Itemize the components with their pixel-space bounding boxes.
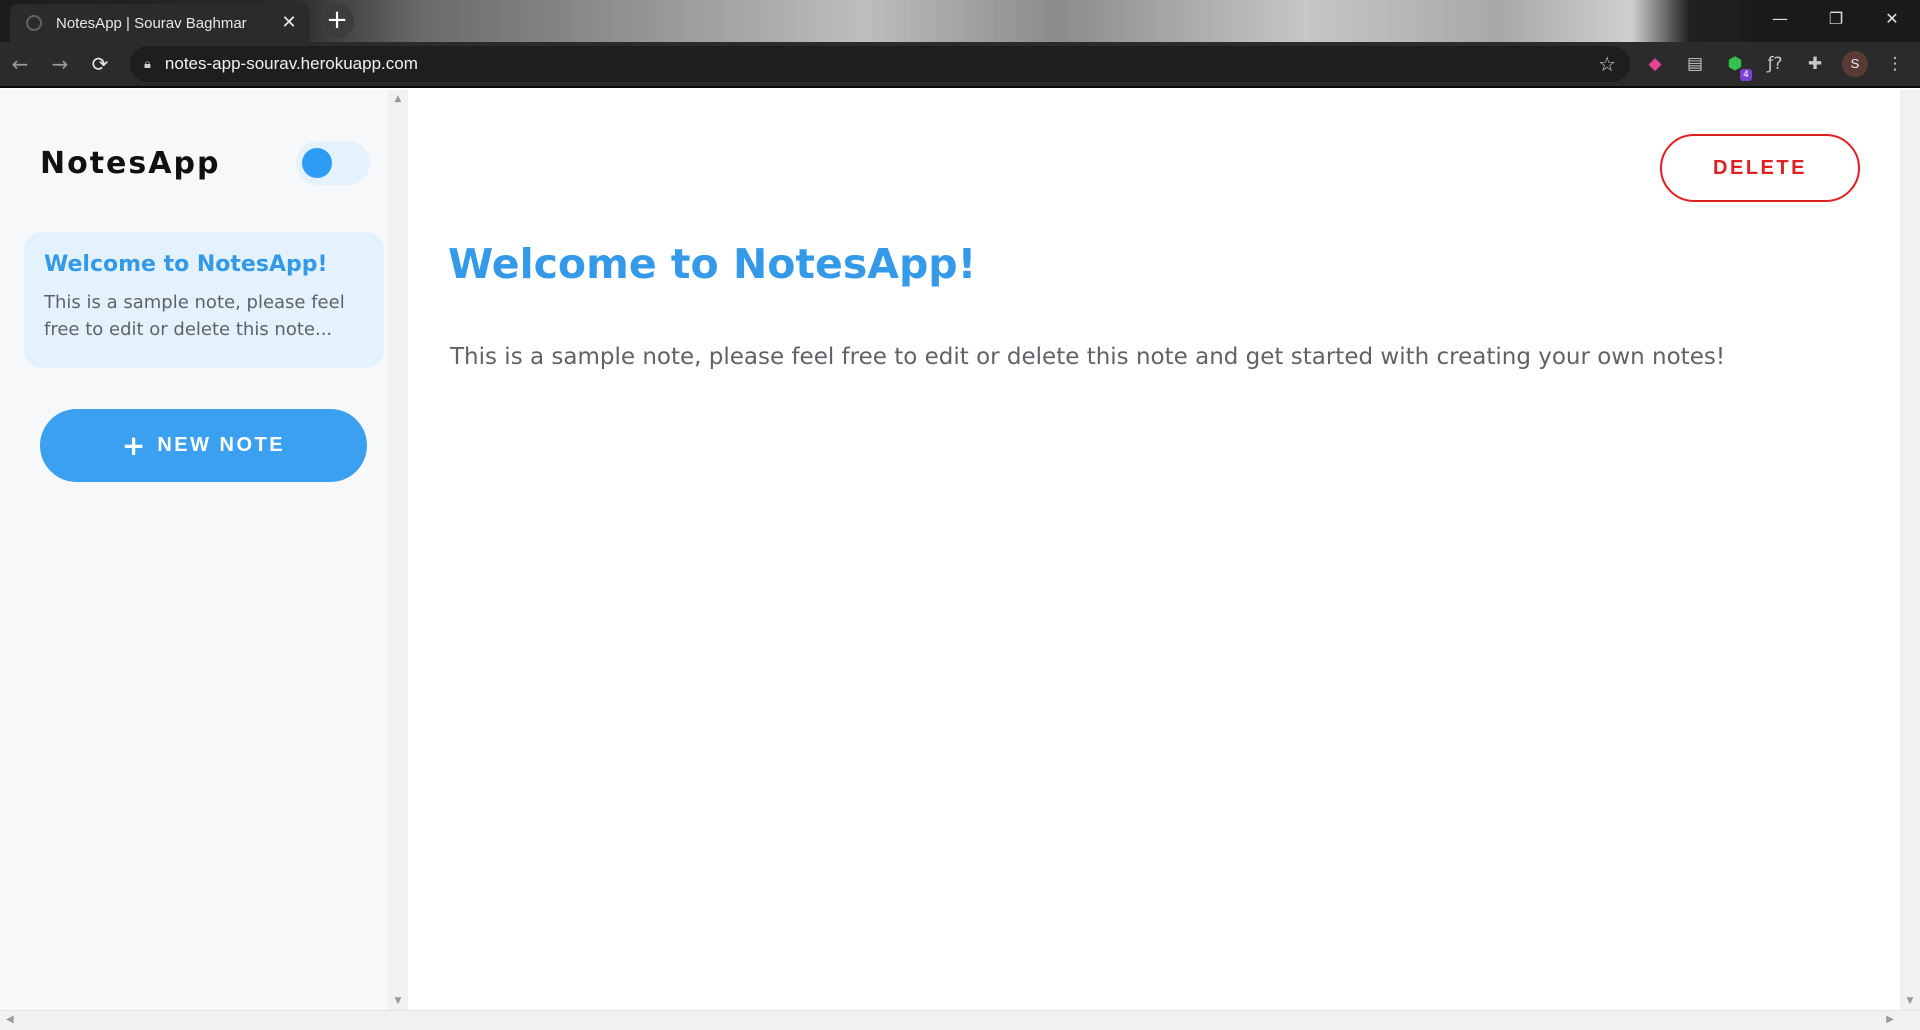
url-text[interactable]: notes-app-sourav.herokuapp.com	[165, 54, 1598, 74]
browser-toolbar: ← → ⟳ 🔒︎ notes-app-sourav.herokuapp.com …	[0, 42, 1920, 88]
green-extension-icon[interactable]: ⬢ 4	[1722, 51, 1752, 81]
browser-tab[interactable]: NotesApp | Sourav Baghmar ✕	[10, 4, 310, 42]
color-picker-icon[interactable]: ◆	[1642, 51, 1668, 77]
minimize-button[interactable]: —	[1752, 0, 1808, 40]
note-body[interactable]: This is a sample note, please feel free …	[450, 344, 1725, 370]
horizontal-scrollbar[interactable]: ◀ ▶	[0, 1010, 1920, 1030]
scroll-up-arrow-icon[interactable]: ▲	[388, 94, 408, 104]
extension-icons: ◆ ▤ ⬢ 4 ƒ? ✚ S ⋮	[1642, 51, 1920, 81]
note-editor: DELETE Welcome to NotesApp! This is a sa…	[408, 90, 1920, 1010]
address-bar[interactable]: 🔒︎ notes-app-sourav.herokuapp.com ☆	[130, 46, 1630, 82]
plus-icon: +	[121, 428, 146, 462]
restore-button[interactable]: ❐	[1808, 0, 1864, 40]
profile-avatar[interactable]: S	[1842, 51, 1868, 77]
note-list-item[interactable]: Welcome to NotesApp! This is a sample no…	[24, 232, 384, 368]
note-title[interactable]: Welcome to NotesApp!	[448, 240, 976, 288]
extension-badge: 4	[1740, 69, 1752, 81]
tab-close-icon[interactable]: ✕	[280, 14, 298, 32]
brand-row: NotesApp	[40, 140, 370, 186]
lock-icon: 🔒︎	[144, 56, 151, 72]
sidebar: NotesApp Welcome to NotesApp! This is a …	[0, 90, 408, 1010]
close-window-button[interactable]: ✕	[1864, 0, 1920, 40]
note-card-title: Welcome to NotesApp!	[44, 252, 328, 277]
toggle-knob	[302, 148, 332, 178]
browser-tab-strip: NotesApp | Sourav Baghmar ✕ + — ❐ ✕	[0, 0, 1920, 42]
scroll-right-arrow-icon[interactable]: ▶	[1886, 1014, 1894, 1025]
scroll-down-arrow-icon[interactable]: ▼	[388, 996, 408, 1006]
new-note-label: NEW NOTE	[157, 434, 286, 456]
new-note-button[interactable]: + NEW NOTE	[40, 409, 367, 482]
formula-icon[interactable]: ƒ?	[1762, 51, 1788, 77]
main-scrollbar[interactable]: ▼	[1900, 90, 1920, 1010]
forward-button[interactable]: →	[40, 46, 80, 82]
app-logo: NotesApp	[40, 145, 221, 181]
new-tab-button[interactable]: +	[320, 4, 354, 38]
delete-button[interactable]: DELETE	[1660, 134, 1860, 202]
reader-icon[interactable]: ▤	[1682, 51, 1708, 77]
note-card-preview: This is a sample note, please feel free …	[44, 292, 345, 340]
notes-app: NotesApp Welcome to NotesApp! This is a …	[0, 90, 1920, 1010]
window-controls: — ❐ ✕	[1752, 0, 1920, 42]
menu-icon[interactable]: ⋮	[1882, 51, 1908, 77]
main-scroll-down-arrow-icon[interactable]: ▼	[1900, 996, 1920, 1006]
star-icon[interactable]: ☆	[1598, 52, 1616, 76]
sidebar-scrollbar[interactable]: ▲ ▼	[388, 90, 408, 1010]
reload-button[interactable]: ⟳	[80, 46, 120, 82]
puzzle-icon[interactable]: ✚	[1802, 51, 1828, 77]
tab-title: NotesApp | Sourav Baghmar	[56, 14, 247, 32]
favicon-icon	[26, 15, 42, 31]
back-button[interactable]: ←	[0, 46, 40, 82]
theme-toggle[interactable]	[296, 141, 370, 185]
scroll-left-arrow-icon[interactable]: ◀	[6, 1014, 14, 1025]
